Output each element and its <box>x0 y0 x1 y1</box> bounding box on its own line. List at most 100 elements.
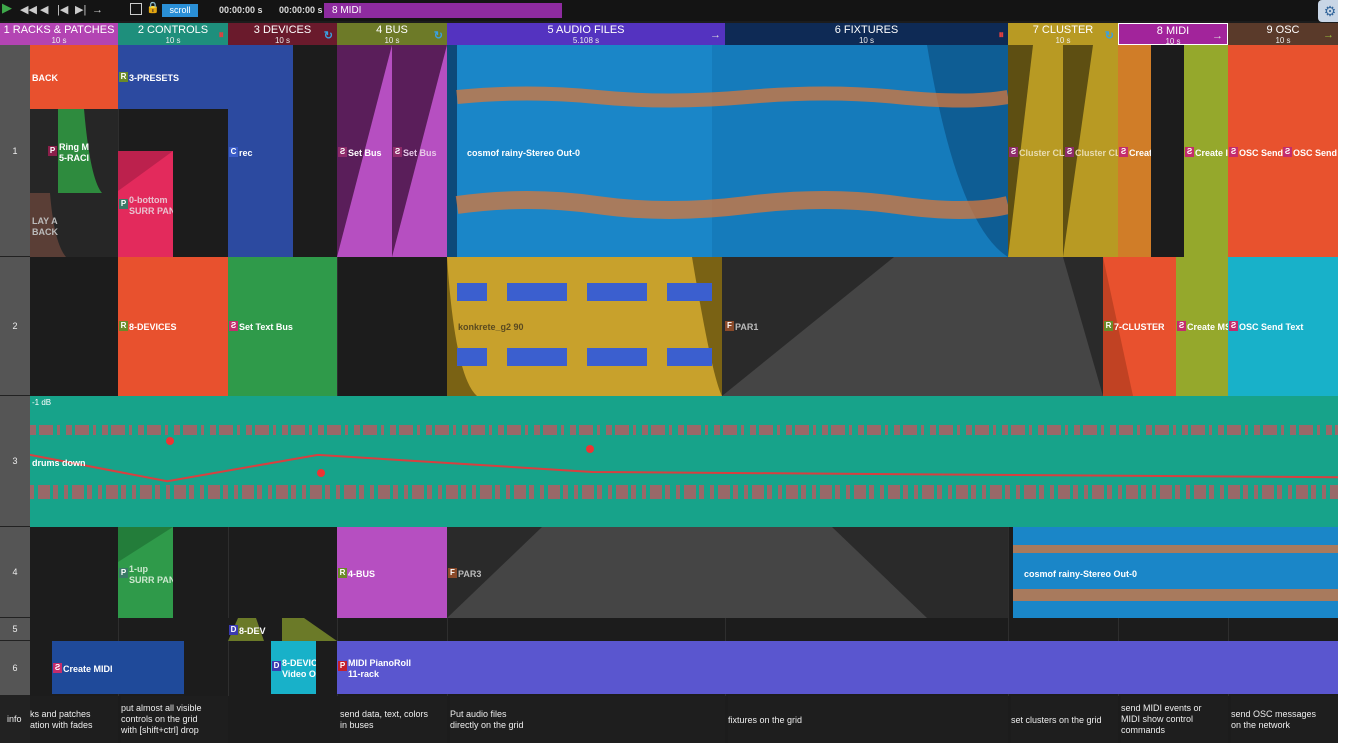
arrow-right-icon[interactable]: → <box>710 29 721 41</box>
info-text: on the network <box>1231 720 1291 730</box>
column-title: 5 AUDIO FILES <box>547 24 625 36</box>
clip-cluster[interactable]: Ƨ Cluster CL Ƨ Cluster CL <box>1008 45 1118 257</box>
clip-label: 0-bottom <box>129 195 168 205</box>
time-display-total: 00:00:00 s <box>279 5 323 15</box>
loop-icon[interactable]: ↻ <box>324 29 333 42</box>
fullscreen-icon[interactable] <box>130 3 142 15</box>
row-label-4[interactable]: 4 <box>0 527 30 618</box>
clip-fade-gray[interactable] <box>1008 257 1103 396</box>
info-text: Put audio files <box>450 709 507 719</box>
clip-drums-down[interactable]: -1 dB drums down <box>30 396 1338 527</box>
column-duration: 10 s <box>1165 37 1181 45</box>
column-duration: 10 s <box>51 36 67 45</box>
lock-icon[interactable]: 🔒 <box>146 2 160 14</box>
column-header-racks[interactable]: 1 RACKS & PATCHES 10 s <box>0 23 118 45</box>
badge-s: Ƨ <box>1229 147 1238 157</box>
clip-osc-send[interactable]: Ƨ OSC Send Ƨ OSC Send <box>1228 45 1338 257</box>
column-header-audio-files[interactable]: 5 AUDIO FILES 5.108 s → <box>447 23 725 45</box>
column-header-bus[interactable]: 4 BUS 10 s ↻ <box>337 23 447 45</box>
row-label-1[interactable]: 1 <box>0 45 30 257</box>
badge-r: R <box>1104 321 1113 331</box>
clip-creat[interactable]: Ƨ Creat <box>1118 45 1151 257</box>
clip-label: Set Text Bus <box>239 322 293 332</box>
clip-par3[interactable]: F PAR3 <box>447 527 1008 618</box>
badge-f: F <box>725 321 734 331</box>
clip-up-surr-pan[interactable]: P 1-up SURR PAN <box>118 527 173 618</box>
clip-devices[interactable]: R 8-DEVICES <box>118 257 228 396</box>
play-icon[interactable]: ▶ <box>2 1 12 14</box>
clip-audio-konkrete[interactable]: konkrete_g2 90 <box>447 257 722 396</box>
automation-point[interactable] <box>317 469 325 477</box>
column-header-midi[interactable]: 8 MIDI 10 s → <box>1118 23 1228 45</box>
badge-s: Ƨ <box>1065 147 1074 157</box>
column-header-cluster[interactable]: 7 CLUSTER 10 s ↻ <box>1008 23 1118 45</box>
clip-audio-cosmof-2[interactable]: cosmof rainy-Stereo Out-0 <box>1013 527 1338 618</box>
clip-create-midi[interactable]: Ƨ Create MIDI <box>52 641 184 694</box>
clip-label: OSC Send <box>1293 148 1338 158</box>
automation-line <box>30 453 1338 483</box>
clip-create-ms[interactable]: Ƨ Create MS <box>1176 257 1228 396</box>
row-label-2[interactable]: 2 <box>0 257 30 396</box>
volume-readout: -1 dB <box>32 398 52 407</box>
clip-create[interactable]: Ƨ Create I <box>1184 45 1228 257</box>
skip-start-icon[interactable]: |◀ <box>57 4 68 16</box>
clip-ring[interactable]: P Ring M 5-RACI LAY A BACK <box>30 109 118 257</box>
fade-envelope-icon <box>447 527 927 618</box>
clip-back[interactable]: BACK <box>30 45 118 109</box>
loop-icon[interactable]: ↻ <box>1105 29 1114 42</box>
row-label-6[interactable]: 6 <box>0 641 30 696</box>
info-cluster: set clusters on the grid <box>1011 696 1118 743</box>
clip-set-text-bus[interactable]: Ƨ Set Text Bus <box>228 257 337 396</box>
clip-set-bus[interactable]: Ƨ Set Bus Ƨ Set Bus <box>337 45 447 257</box>
pause-icon[interactable]: ⏸ <box>999 29 1005 42</box>
clip-label: Creat <box>1129 148 1151 158</box>
automation-point[interactable] <box>166 437 174 445</box>
clip-label: MIDI PianoRoll <box>348 658 411 668</box>
clip-par1[interactable]: F PAR1 <box>722 257 1008 396</box>
info-osc: send OSC messages on the network <box>1231 696 1338 743</box>
automation-point[interactable] <box>586 445 594 453</box>
fade-envelope-icon <box>1008 257 1103 396</box>
clip-4-bus[interactable]: R 4-BUS <box>337 527 447 618</box>
clip-audio-cosmof[interactable]: cosmof rainy-Stereo Out-0 <box>447 45 1008 257</box>
row-label-3[interactable]: 3 <box>0 396 30 527</box>
column-header-osc[interactable]: 9 OSC 10 s → <box>1228 23 1338 45</box>
active-column-tab[interactable]: 8 MIDI <box>324 3 562 18</box>
badge-f: F <box>448 568 457 578</box>
settings-icon[interactable]: ⚙ <box>1318 0 1338 22</box>
column-header-fixtures[interactable]: 6 FIXTURES 10 s ⏸ <box>725 23 1008 45</box>
clip-osc-send-text[interactable]: Ƨ OSC Send Text <box>1228 257 1338 396</box>
column-header-controls[interactable]: 2 CONTROLS 10 s ⏸ <box>118 23 228 45</box>
clip-label: Video O <box>282 669 316 679</box>
arrow-right-icon[interactable]: → <box>1323 29 1334 41</box>
clip-presets[interactable]: R 3-PRESETS <box>118 45 228 109</box>
loop-icon[interactable]: ↻ <box>434 29 443 42</box>
clip-label: SURR PAN <box>129 575 173 585</box>
clip-label: 8-DEV <box>239 626 266 636</box>
clip-8-dev[interactable]: D 8-DEV <box>228 618 337 641</box>
forward-icon[interactable]: → <box>92 4 103 16</box>
pause-icon[interactable]: ⏸ <box>219 29 225 42</box>
arrow-right-icon[interactable]: → <box>1212 30 1223 42</box>
clip-label: OSC Send Text <box>1239 322 1304 332</box>
info-bus: send data, text, colors in buses <box>340 696 447 743</box>
clip-label: 4-BUS <box>348 569 376 579</box>
row-label-5[interactable]: 5 <box>0 618 30 641</box>
clip-rec[interactable]: C rec <box>228 45 293 257</box>
step-back-icon[interactable]: ◀ <box>40 4 48 16</box>
clip-label: drums down <box>32 458 86 468</box>
clip-midi-pianoroll[interactable]: P MIDI PianoRoll 11-rack <box>337 641 1338 694</box>
info-text: set clusters on the grid <box>1011 715 1102 725</box>
clip-bottom-surr-pan[interactable]: P 0-bottom SURR PAN <box>118 151 173 257</box>
clip-video-o[interactable]: D 8-DEVIC Video O <box>271 641 316 694</box>
info-fixtures: fixtures on the grid <box>728 696 1008 743</box>
info-text: ks and patches <box>30 709 91 719</box>
column-title: 7 CLUSTER <box>1032 24 1094 36</box>
badge-s: Ƨ <box>1185 147 1194 157</box>
column-title: 4 BUS <box>376 24 408 36</box>
clip-7-cluster[interactable]: R 7-CLUSTER <box>1103 257 1176 396</box>
column-header-devices[interactable]: 3 DEVICES 10 s ↻ <box>228 23 337 45</box>
scroll-toggle[interactable]: scroll <box>162 4 198 17</box>
rewind-icon[interactable]: ◀◀ <box>20 4 37 16</box>
skip-end-icon[interactable]: ▶| <box>75 4 86 16</box>
